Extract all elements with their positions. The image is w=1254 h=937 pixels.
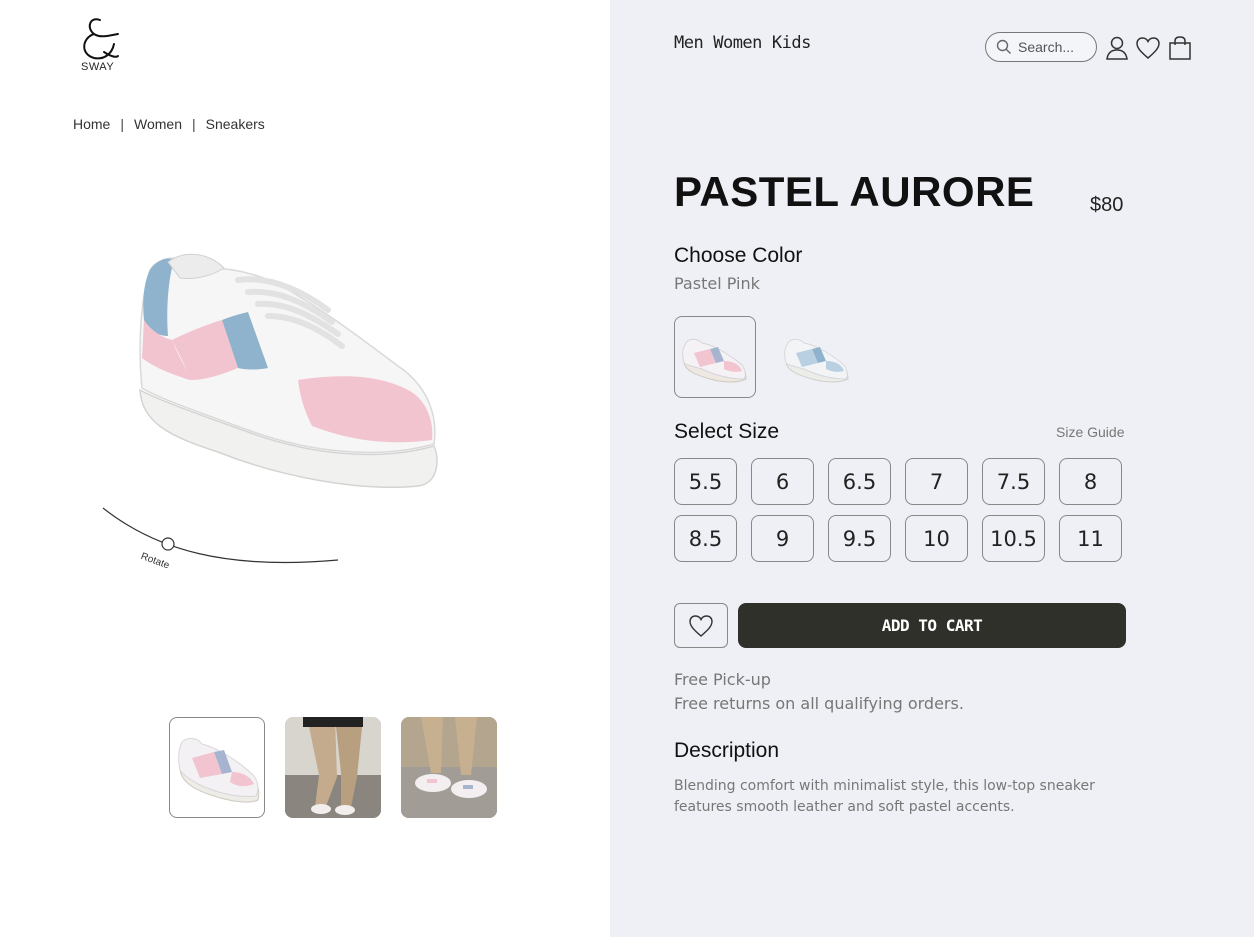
thumbnail-lifestyle-2[interactable] xyxy=(401,717,497,818)
size-option[interactable]: 8.5 xyxy=(674,515,737,562)
size-option[interactable]: 9.5 xyxy=(828,515,891,562)
breadcrumb-separator: | xyxy=(191,116,196,132)
main-nav: Men Women Kids xyxy=(674,33,811,53)
thumbnail-strip xyxy=(169,717,497,818)
size-guide-link[interactable]: Size Guide xyxy=(1056,424,1124,440)
heart-icon[interactable] xyxy=(1135,35,1161,61)
color-swatch-pastel-pink[interactable] xyxy=(674,316,756,398)
size-option[interactable]: 11 xyxy=(1059,515,1122,562)
nav-item-kids[interactable]: Kids xyxy=(772,33,811,53)
color-swatch-pastel-blue[interactable] xyxy=(776,316,858,398)
size-option[interactable]: 10.5 xyxy=(982,515,1045,562)
shipping-returns: Free returns on all qualifying orders. xyxy=(674,694,964,713)
product-title: PASTEL AURORE xyxy=(674,168,1035,215)
selected-color-name: Pastel Pink xyxy=(674,274,760,293)
size-grid: 5.5 6 6.5 7 7.5 8 8.5 9 9.5 10 10.5 11 xyxy=(674,458,1122,562)
description-heading: Description xyxy=(674,739,780,762)
nav-item-men[interactable]: Men xyxy=(674,33,704,53)
add-to-cart-button[interactable]: ADD TO CART xyxy=(738,603,1126,648)
bag-icon[interactable] xyxy=(1167,35,1193,61)
brand-logo-text: SWAY xyxy=(81,61,115,73)
size-option[interactable]: 8 xyxy=(1059,458,1122,505)
breadcrumb-sneakers[interactable]: Sneakers xyxy=(206,116,265,132)
product-main-image[interactable] xyxy=(128,240,458,500)
nav-item-women[interactable]: Women xyxy=(713,33,762,53)
breadcrumb-women[interactable]: Women xyxy=(134,116,182,132)
product-description: Blending comfort with minimalist style, … xyxy=(674,778,1095,815)
size-option[interactable]: 7.5 xyxy=(982,458,1045,505)
product-price: $80 xyxy=(1090,194,1124,216)
rotate-handle[interactable] xyxy=(161,537,175,551)
add-to-wishlist-button[interactable] xyxy=(674,603,728,648)
thumbnail-product[interactable] xyxy=(169,717,265,818)
size-option[interactable]: 10 xyxy=(905,515,968,562)
rotate-slider[interactable] xyxy=(96,500,346,580)
size-option[interactable]: 6 xyxy=(751,458,814,505)
shipping-pickup: Free Pick-up xyxy=(674,670,771,689)
size-option[interactable]: 9 xyxy=(751,515,814,562)
thumbnail-lifestyle-1[interactable] xyxy=(285,717,381,818)
size-option[interactable]: 5.5 xyxy=(674,458,737,505)
color-swatches xyxy=(674,316,858,398)
size-option[interactable]: 6.5 xyxy=(828,458,891,505)
wishlist-heart-icon xyxy=(689,614,713,637)
breadcrumb-separator: | xyxy=(120,116,124,132)
search-input[interactable] xyxy=(1018,39,1090,55)
search-icon xyxy=(996,39,1011,54)
search-box[interactable] xyxy=(985,32,1097,62)
choose-color-heading: Choose Color xyxy=(674,244,803,267)
size-option[interactable]: 7 xyxy=(905,458,968,505)
user-icon[interactable] xyxy=(1104,35,1130,61)
gallery-panel: SWAY Home | Women | Sneakers Rotate xyxy=(0,0,610,937)
breadcrumb-home[interactable]: Home xyxy=(73,116,110,132)
select-size-heading: Select Size xyxy=(674,420,780,443)
breadcrumb: Home | Women | Sneakers xyxy=(73,116,265,132)
